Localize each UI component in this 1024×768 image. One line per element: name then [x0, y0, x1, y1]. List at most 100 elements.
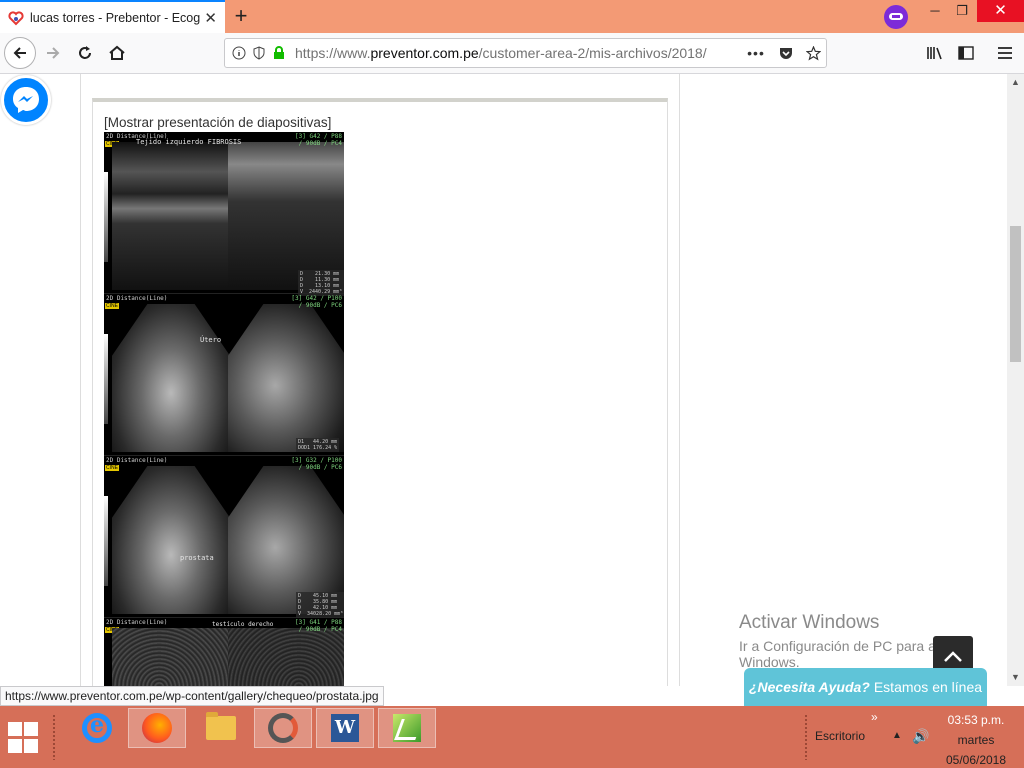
new-tab-button[interactable]: + [228, 4, 254, 30]
us-measurements: D 45.10 mm D 35.80 mm D 42.10 mm V 34028… [296, 592, 344, 618]
cine-badge: CINE [105, 303, 119, 309]
us-label: testículo derecho [212, 621, 274, 628]
us-measurements: D1 44.20 mm DOD1 176.24 % [296, 438, 340, 452]
column-divider-left [80, 74, 81, 686]
taskbar-firefox[interactable] [128, 708, 186, 748]
reload-icon [79, 46, 91, 59]
library-icon [927, 47, 942, 60]
scan-right [228, 628, 344, 686]
scan-right [228, 142, 344, 290]
windows-logo-icon [24, 739, 38, 753]
messenger-icon [13, 87, 39, 113]
library-button[interactable] [920, 38, 950, 68]
taskbar-file-explorer[interactable] [192, 708, 250, 748]
scroll-down-arrow-icon[interactable]: ▼ [1007, 669, 1024, 686]
taskbar-grip[interactable] [52, 714, 56, 760]
taskbar-word[interactable]: W [316, 708, 374, 748]
scroll-thumb[interactable] [1010, 226, 1021, 362]
green-app-icon [393, 714, 421, 742]
messenger-chat-button[interactable] [1, 75, 51, 125]
taskbar-green-app[interactable] [378, 708, 436, 748]
hamburger-menu-icon [998, 47, 1012, 59]
arrow-right-icon [47, 47, 60, 59]
address-bar[interactable]: https://www.preventor.com.pe/customer-ar… [224, 38, 827, 68]
help-chat-strong: ¿Necesita Ayuda? [748, 679, 870, 695]
internet-explorer-icon [82, 712, 112, 743]
us-label: Útero [200, 336, 222, 344]
bookmark-star-icon[interactable] [802, 43, 824, 63]
scan-right [228, 304, 344, 452]
folder-icon [206, 712, 236, 740]
navigation-bar: https://www.preventor.com.pe/customer-ar… [0, 33, 1024, 74]
us-label: prostata [180, 554, 214, 562]
clock-date: 05/06/2018 [945, 753, 1007, 767]
arrow-left-icon [13, 47, 26, 59]
page-scrollbar[interactable]: ▲ ▼ [1007, 74, 1024, 686]
home-icon [109, 45, 125, 60]
scan-left [112, 304, 230, 452]
us-header: 2D Distance(Line) [106, 295, 168, 302]
tab-close-icon[interactable]: ✕ [204, 9, 217, 27]
close-window-button[interactable]: ✕ [977, 0, 1024, 22]
windows-logo-icon [8, 722, 22, 736]
word-icon: W [331, 714, 359, 742]
tab-title: lucas torres - Prebentor - Ecogr [30, 10, 200, 25]
lock-icon[interactable] [269, 43, 289, 63]
system-clock[interactable]: 03:53 p.m. martes 05/06/2018 [938, 710, 1014, 768]
info-icon[interactable] [229, 43, 249, 63]
us-label: Tejido izquierdo FIBROSIS [136, 138, 242, 146]
ultrasound-panel: 2D Distance(Line) CINE Tejido izquierdo … [104, 132, 344, 296]
start-button[interactable] [8, 722, 40, 754]
us-header: 2D Distance(Line) [106, 457, 168, 464]
firefox-icon [142, 713, 172, 743]
title-bar: lucas torres - Prebentor - Ecogr ✕ + ─ ❐… [0, 0, 1024, 33]
pocket-icon[interactable] [775, 43, 797, 63]
reload-button[interactable] [70, 38, 100, 68]
page-actions-icon[interactable]: ••• [745, 43, 767, 63]
gray-scale-bar [104, 172, 108, 262]
taskbar-internet-explorer[interactable] [68, 708, 126, 748]
activate-title: Activar Windows [739, 612, 880, 633]
us-mode: [3] G32 / P100 / 90dB / PC6 [291, 457, 342, 471]
sidebar-icon [958, 46, 974, 60]
us-header: 2D Distance(Line) [106, 619, 168, 626]
back-button[interactable] [4, 37, 36, 69]
scan-left [112, 142, 230, 290]
speaker-icon[interactable]: 🔊 [912, 728, 929, 745]
clock-day: martes [957, 733, 995, 747]
browser-tab[interactable]: lucas torres - Prebentor - Ecogr ✕ [0, 0, 225, 33]
us-mode: [3] G42 / P100 / 90dB / PC6 [291, 295, 342, 309]
desktop-toolbar-label[interactable]: Escritorio [815, 729, 865, 743]
shield-icon[interactable] [249, 43, 269, 63]
cine-badge: CINE [105, 465, 119, 471]
slideshow-link[interactable]: [Mostrar presentación de diapositivas] [104, 115, 331, 130]
us-mode: [3] G41 / P88 / 90dB / PC4 [295, 619, 342, 633]
restore-button[interactable]: ❐ [947, 0, 977, 22]
private-mask-icon[interactable] [884, 5, 908, 29]
gray-scale-bar [104, 334, 108, 424]
taskbar-sync-app[interactable] [254, 708, 312, 748]
scroll-up-arrow-icon[interactable]: ▲ [1007, 74, 1024, 91]
column-divider-right [679, 74, 680, 686]
forward-button[interactable] [38, 38, 68, 68]
help-chat-button[interactable]: ¿Necesita Ayuda? Estamos en línea [744, 668, 987, 706]
scan-left [112, 466, 230, 614]
url-prefix: https://www. [295, 45, 371, 61]
ultrasound-image[interactable]: 2D Distance(Line) CINE Tejido izquierdo … [104, 132, 344, 686]
url-text[interactable]: https://www.preventor.com.pe/customer-ar… [295, 45, 715, 61]
status-bar-url: https://www.preventor.com.pe/wp-content/… [0, 686, 384, 706]
menu-button[interactable] [990, 38, 1020, 68]
clock-time: 03:53 p.m. [947, 713, 1005, 727]
sidebar-toggle-button[interactable] [951, 38, 981, 68]
url-host: preventor.com.pe [370, 45, 479, 61]
gray-scale-bar [104, 496, 108, 586]
ultrasound-panel: 2D Distance(Line) CINE prostata [3] G32 … [104, 456, 344, 618]
tray-expand-icon[interactable]: ▲ [892, 730, 902, 741]
windows-logo-icon [24, 722, 38, 736]
minimize-button[interactable]: ─ [920, 0, 950, 22]
taskbar-grip[interactable] [804, 714, 808, 760]
toolbar-expand-icon[interactable]: » [871, 710, 878, 724]
ultrasound-panel: 2D Distance(Line) CINE Útero [3] G42 / P… [104, 294, 344, 456]
windows-logo-icon [8, 739, 22, 753]
home-button[interactable] [102, 38, 132, 68]
